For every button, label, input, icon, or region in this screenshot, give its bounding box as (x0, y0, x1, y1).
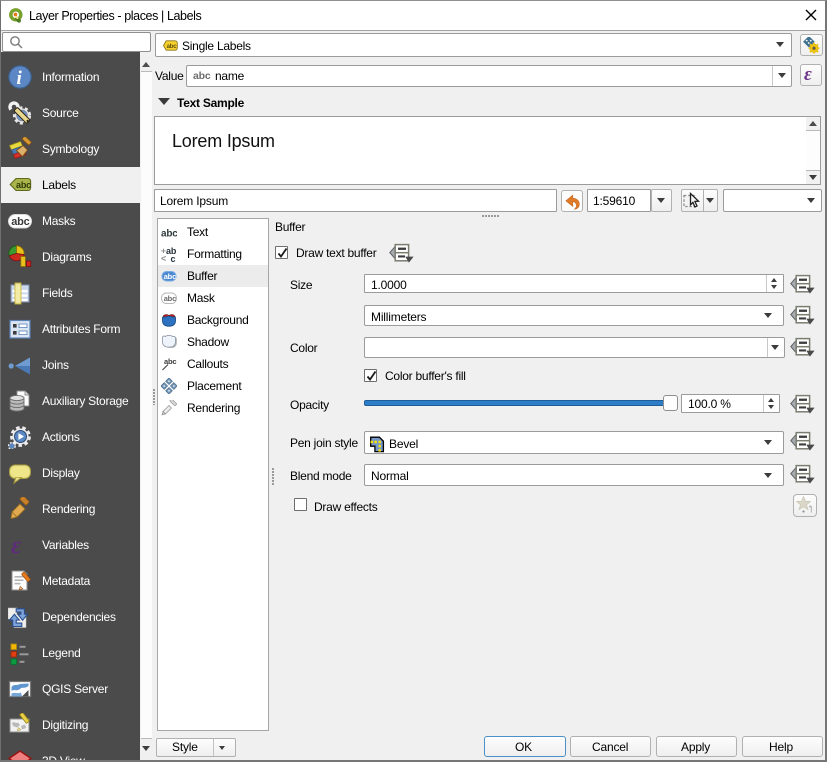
svg-text:c: c (171, 254, 176, 262)
svg-text:abc: abc (164, 294, 176, 303)
svg-text:abc: abc (11, 216, 29, 228)
svg-text:abc: abc (167, 44, 178, 50)
svg-text:i: i (17, 68, 23, 89)
svg-text:<: < (161, 254, 166, 263)
svg-text:abc: abc (161, 229, 177, 240)
svg-text:abc: abc (16, 180, 31, 190)
svg-text:ε: ε (11, 533, 22, 557)
svg-text:abc: abc (164, 357, 176, 366)
svg-text:abc: abc (164, 272, 176, 281)
